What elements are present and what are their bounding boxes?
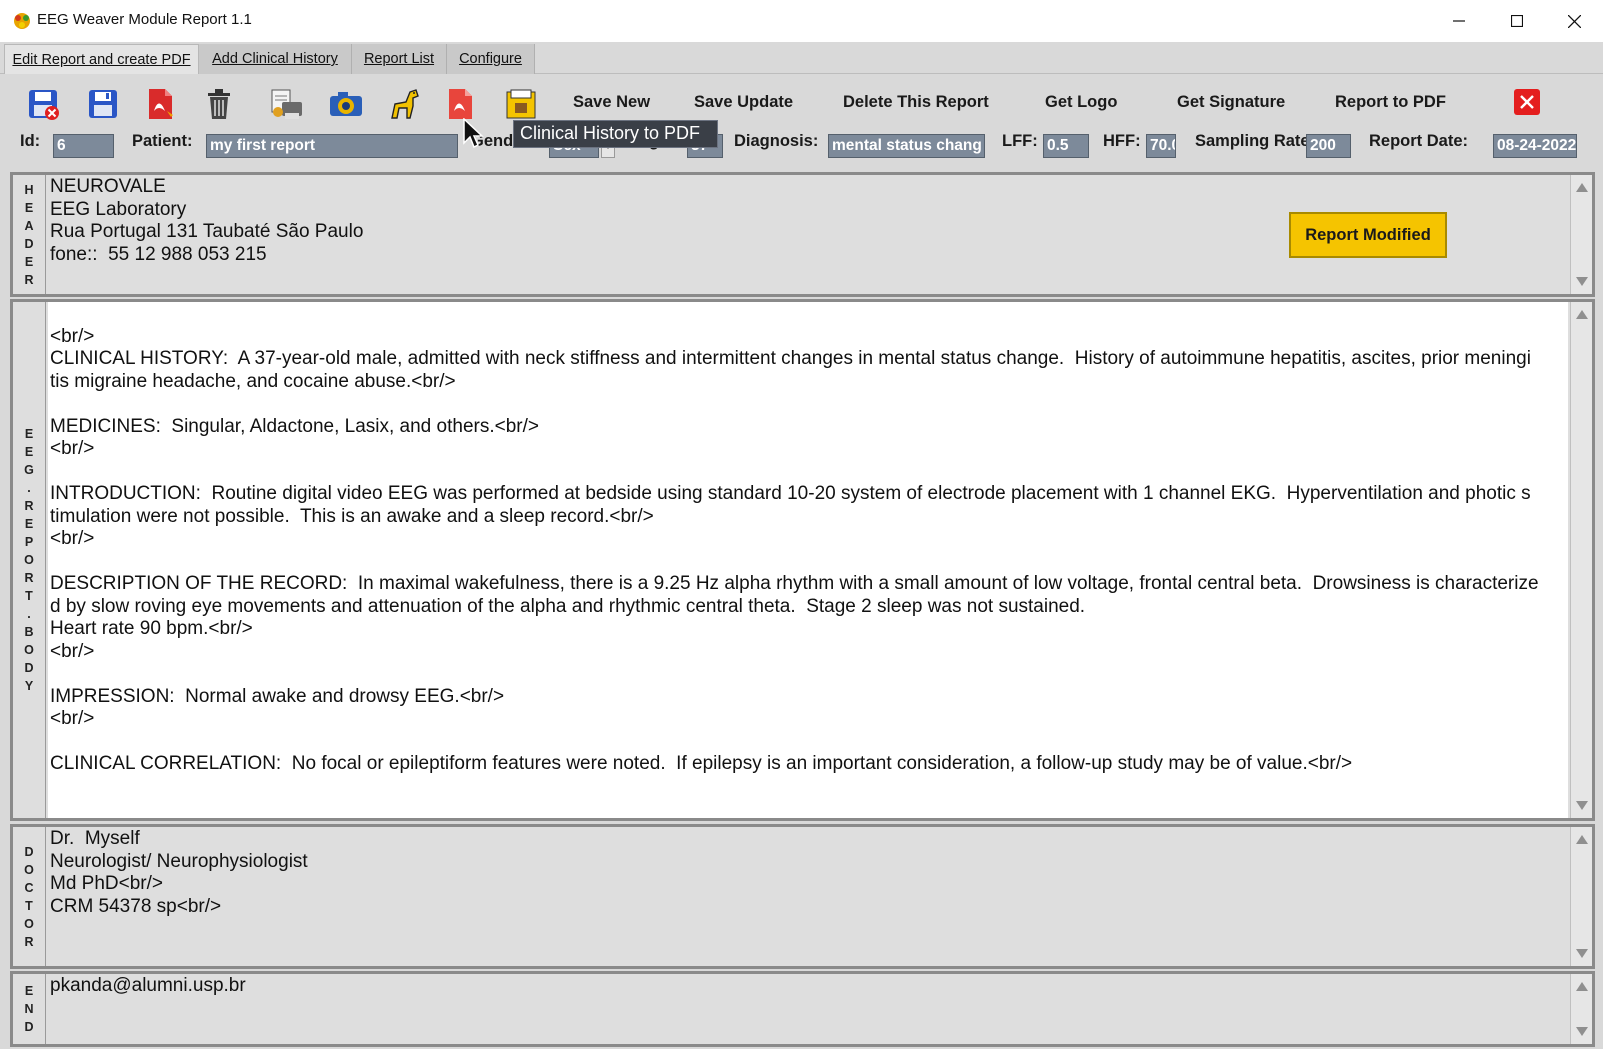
report-body-scrollbar[interactable]	[1570, 302, 1592, 818]
close-window-button[interactable]	[1545, 0, 1603, 42]
id-field[interactable]: 6	[53, 134, 114, 158]
clinical-history-pdf-icon	[449, 89, 472, 119]
toolbar: Save New Save Update Delete This Report …	[0, 75, 1603, 167]
report-body-section: EEG.REPORT.BODY <br/> CLINICAL HISTORY: …	[10, 299, 1595, 821]
lff-label: LFF:	[1002, 132, 1038, 150]
minimize-button[interactable]	[1430, 0, 1488, 42]
minimize-icon	[1453, 20, 1465, 22]
diagnosis-label: Diagnosis:	[734, 132, 819, 150]
save-delete-icon	[29, 90, 59, 120]
save-new-button[interactable]: Save New	[573, 93, 650, 112]
doctor-scrollbar[interactable]	[1570, 827, 1592, 966]
horse-button[interactable]	[385, 85, 423, 123]
header-section-label: HEADER	[13, 175, 46, 294]
delete-report-button[interactable]: Delete This Report	[843, 93, 989, 112]
pdf-icon	[149, 89, 173, 119]
camera-icon	[330, 92, 362, 116]
tab-bar: Edit Report and create PDF Add Clinical …	[0, 42, 1603, 74]
hff-field[interactable]: 70.0	[1146, 134, 1176, 158]
hff-label: HFF:	[1103, 132, 1141, 150]
diagnosis-field[interactable]: mental status chang	[828, 134, 985, 158]
end-section: END pkanda@alumni.usp.br	[10, 971, 1595, 1047]
tab-add-clinical-history[interactable]: Add Clinical History	[199, 44, 352, 74]
pdf-button[interactable]	[141, 85, 179, 123]
report-to-pdf-button[interactable]: Report to PDF	[1335, 93, 1446, 112]
printer-button[interactable]	[267, 85, 305, 123]
printer-icon	[271, 89, 302, 119]
app-logo-icon	[14, 13, 30, 29]
report-date-label: Report Date:	[1369, 132, 1469, 150]
tab-configure[interactable]: Configure	[447, 44, 535, 74]
save-button[interactable]	[84, 85, 122, 123]
tab-edit-report[interactable]: Edit Report and create PDF	[4, 44, 199, 74]
close-icon	[1567, 14, 1581, 28]
tab-report-list[interactable]: Report List	[352, 44, 447, 74]
end-text-area[interactable]: pkanda@alumni.usp.br	[48, 974, 1568, 1044]
folder-icon	[506, 89, 536, 119]
trash-button[interactable]	[200, 85, 238, 123]
lff-field[interactable]: 0.5	[1043, 134, 1089, 158]
horse-icon	[391, 89, 419, 119]
patient-field[interactable]: my first report	[206, 134, 458, 158]
header-scrollbar[interactable]	[1570, 175, 1592, 294]
title-bar: EEG Weaver Module Report 1.1	[0, 0, 1603, 42]
close-report-button[interactable]	[1514, 89, 1540, 115]
get-logo-button[interactable]: Get Logo	[1045, 93, 1117, 112]
mouse-cursor-icon	[463, 118, 484, 149]
camera-button[interactable]	[327, 85, 365, 123]
sampling-rate-field[interactable]: 200	[1306, 134, 1351, 158]
save-delete-button[interactable]	[24, 85, 62, 123]
id-label: Id:	[20, 132, 41, 150]
doctor-text-area[interactable]: Dr. Myself Neurologist/ Neurophysiologis…	[48, 827, 1568, 966]
report-date-field[interactable]: 08-24-2022	[1493, 134, 1577, 158]
save-update-button[interactable]: Save Update	[694, 93, 793, 112]
doctor-section-label: DOCTOR	[13, 827, 46, 966]
window-title: EEG Weaver Module Report 1.1	[37, 11, 252, 28]
maximize-icon	[1511, 15, 1523, 27]
report-body-section-label: EEG.REPORT.BODY	[13, 302, 46, 818]
sampling-rate-label: Sampling Rate	[1195, 132, 1307, 150]
get-signature-button[interactable]: Get Signature	[1177, 93, 1285, 112]
trash-icon	[208, 89, 230, 119]
folder-button[interactable]	[502, 85, 540, 123]
maximize-button[interactable]	[1488, 0, 1546, 42]
patient-label: Patient:	[132, 132, 193, 150]
save-icon	[89, 90, 117, 118]
end-section-label: END	[13, 974, 46, 1044]
report-modified-badge: Report Modified	[1289, 212, 1447, 258]
tooltip: Clinical History to PDF	[513, 120, 718, 148]
report-body-text-area[interactable]: <br/> CLINICAL HISTORY: A 37-year-old ma…	[48, 302, 1568, 818]
end-scrollbar[interactable]	[1570, 974, 1592, 1044]
close-icon	[1520, 95, 1534, 109]
header-section: HEADER NEUROVALE EEG Laboratory Rua Port…	[10, 172, 1595, 297]
doctor-section: DOCTOR Dr. Myself Neurologist/ Neurophys…	[10, 824, 1595, 969]
